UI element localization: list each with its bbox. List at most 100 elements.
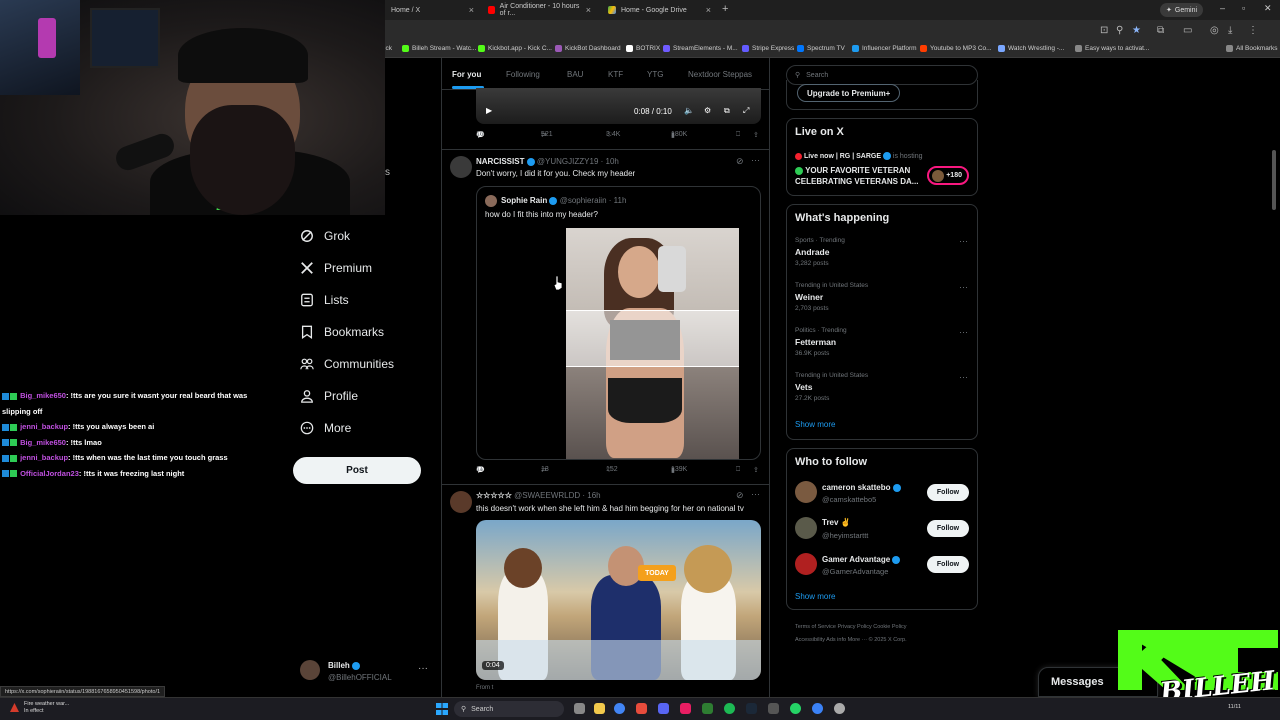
task-view-icon[interactable] [574, 703, 585, 714]
video-player[interactable] [476, 88, 761, 124]
new-tab-icon[interactable]: + [722, 3, 728, 15]
live-stream-title[interactable]: YOUR FAVORITE VETERAN [795, 166, 910, 175]
all-bookmarks[interactable]: All Bookmarks [1226, 45, 1278, 52]
more-horizontal-icon[interactable]: ··· [959, 327, 968, 337]
settings-icon[interactable]: ⚙ [704, 106, 711, 115]
follow-name[interactable]: Trev ✌️ [822, 518, 851, 527]
bookmark-item[interactable]: Watch Wrestling -... [998, 45, 1064, 52]
tab-ktf[interactable]: KTF [608, 70, 623, 79]
live-stream-title-line2[interactable]: CELEBRATING VETERANS DA... [795, 177, 918, 186]
page-scrollbar[interactable] [1272, 150, 1276, 210]
profile-avatar-icon[interactable]: ◎ [1210, 25, 1219, 36]
nav-grok[interactable]: Grok [300, 229, 350, 243]
tab-ytg[interactable]: YTG [647, 70, 663, 79]
video-source[interactable]: From t [476, 685, 493, 691]
zoom-icon[interactable]: ⚲ [1116, 25, 1123, 36]
avatar[interactable] [450, 156, 472, 178]
tab-home-x[interactable]: Home / X × [385, 2, 480, 18]
minimize-icon[interactable]: – [1220, 3, 1225, 13]
tab-for-you[interactable]: For you [452, 70, 481, 79]
tab-bau[interactable]: BAU [567, 70, 583, 79]
share-icon[interactable]: ⇪ [753, 466, 759, 474]
more-horizontal-icon[interactable]: ··· [751, 155, 760, 165]
more-horizontal-icon[interactable]: ··· [959, 236, 968, 246]
gemini-button[interactable]: ✦ Gemini [1160, 3, 1204, 17]
fullscreen-icon[interactable]: ⤢ [743, 106, 749, 116]
steam-icon[interactable] [746, 703, 757, 714]
app-icon[interactable] [702, 703, 713, 714]
pip-icon[interactable]: ⧉ [724, 106, 730, 116]
close-tab-icon[interactable]: × [586, 5, 591, 15]
quoted-photo[interactable] [566, 228, 739, 459]
avatar[interactable] [795, 553, 817, 575]
follow-handle[interactable]: @heyimstarttt [822, 531, 868, 540]
bookmark-post-icon[interactable]: ⎕ [736, 131, 740, 139]
bookmark-item[interactable]: Youtube to MP3 Co... [920, 45, 992, 52]
sidepanel-icon[interactable]: ▭ [1183, 25, 1192, 36]
bookmark-item[interactable]: Spectrum TV [797, 45, 845, 52]
footer-links[interactable]: Accessibility Ads info More ··· © 2025 X… [795, 637, 907, 643]
app-icon[interactable] [768, 703, 779, 714]
follow-handle[interactable]: @camskattebo5 [822, 495, 876, 504]
more-horizontal-icon[interactable]: ··· [751, 489, 760, 499]
account-switcher[interactable]: Billeh @BillehOFFICIAL ··· [300, 659, 432, 685]
nav-lists[interactable]: Lists [300, 293, 349, 307]
footer-links[interactable]: Terms of Service Privacy Policy Cookie P… [795, 624, 907, 630]
taskbar-search[interactable]: ⚲ Search [454, 701, 564, 717]
follow-handle[interactable]: @GamerAdvantage [822, 567, 888, 576]
avatar[interactable] [795, 481, 817, 503]
follow-show-more[interactable]: Show more [795, 592, 835, 601]
avatar[interactable] [795, 517, 817, 539]
avatar[interactable] [450, 491, 472, 513]
share-icon[interactable]: ⇪ [753, 131, 759, 139]
post-video[interactable]: TODAY 0:04 [476, 520, 761, 680]
trends-show-more[interactable]: Show more [795, 420, 835, 429]
follow-name[interactable]: cameron skattebo [822, 483, 901, 492]
grok-post-icon[interactable]: ⊘ [736, 156, 744, 167]
app-icon[interactable] [812, 703, 823, 714]
post-button[interactable]: Post [293, 457, 421, 484]
bookmark-item[interactable]: Kickbot.app - Kick C... [478, 45, 552, 52]
extensions-icon[interactable]: ⧉ [1157, 25, 1164, 36]
maximize-icon[interactable]: ▫ [1242, 3, 1245, 13]
more-horizontal-icon[interactable]: ··· [418, 663, 428, 674]
play-icon[interactable]: ▶ [486, 106, 492, 115]
close-window-icon[interactable]: ✕ [1264, 3, 1272, 14]
follow-button[interactable]: Follow [927, 520, 969, 537]
download-icon[interactable]: ⤓ [1228, 25, 1232, 36]
chrome-icon[interactable] [614, 703, 625, 714]
grok-post-icon[interactable]: ⊘ [736, 490, 744, 501]
nav-communities[interactable]: Communities [300, 357, 394, 371]
windows-start-icon[interactable] [436, 703, 448, 715]
nav-premium[interactable]: Premium [300, 261, 372, 275]
live-host-line[interactable]: Live now | RG | SARGE is hosting [795, 152, 922, 160]
follow-name[interactable]: Gamer Advantage [822, 555, 901, 564]
follow-button[interactable]: Follow [927, 556, 969, 573]
upgrade-premium-button[interactable]: Upgrade to Premium+ [797, 84, 901, 102]
bookmark-cut[interactable]: ick [384, 45, 392, 52]
tab-nextdoor-steppas[interactable]: Nextdoor Steppas [688, 70, 752, 79]
nav-profile[interactable]: Profile [300, 389, 358, 403]
more-horizontal-icon[interactable]: ··· [959, 372, 968, 382]
nav-bookmarks[interactable]: Bookmarks [300, 325, 384, 339]
star-icon[interactable]: ★ [1132, 25, 1141, 36]
live-listeners-badge[interactable]: +180 [927, 166, 969, 185]
install-icon[interactable]: ⊡ [1100, 25, 1108, 36]
tab-air-conditioner[interactable]: Air Conditioner - 10 hours of r... × [482, 2, 597, 18]
discord-icon[interactable] [658, 703, 669, 714]
whatsapp-icon[interactable] [790, 703, 801, 714]
file-explorer-icon[interactable] [594, 703, 605, 714]
volume-icon[interactable]: 🔈 [684, 106, 694, 115]
bookmark-item[interactable]: Stripe Express [742, 45, 794, 52]
bookmark-item[interactable]: Influencer Platform [852, 45, 917, 52]
spotify-icon[interactable] [724, 703, 735, 714]
close-tab-icon[interactable]: × [469, 5, 474, 15]
tab-following[interactable]: Following [506, 70, 540, 79]
bookmark-item[interactable]: Billeh Stream - Watc... [402, 45, 476, 52]
bookmark-item[interactable]: BOTRIX [626, 45, 660, 52]
app-icon[interactable] [680, 703, 691, 714]
follow-button[interactable]: Follow [927, 484, 969, 501]
more-horizontal-icon[interactable]: ··· [959, 282, 968, 292]
app-icon[interactable] [636, 703, 647, 714]
bookmark-item[interactable]: StreamElements - M... [663, 45, 738, 52]
